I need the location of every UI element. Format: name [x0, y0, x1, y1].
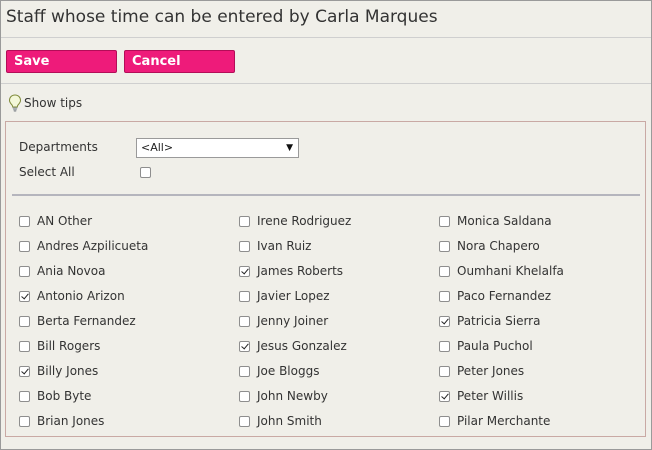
staff-name: Monica Saldana — [457, 214, 552, 228]
departments-selected-value: <All> — [141, 141, 174, 154]
show-tips-label: Show tips — [24, 96, 83, 110]
staff-checkbox[interactable] — [239, 241, 250, 252]
staff-editor-window: Staff whose time can be entered by Carla… — [0, 0, 652, 450]
staff-name: Joe Bloggs — [257, 364, 320, 378]
staff-checkbox[interactable] — [239, 391, 250, 402]
staff-name: Paco Fernandez — [457, 289, 552, 303]
staff-checkbox[interactable] — [19, 266, 30, 277]
staff-checkbox[interactable] — [239, 416, 250, 427]
staff-name: Bob Byte — [37, 389, 92, 403]
staff-checkbox[interactable] — [19, 216, 30, 227]
staff-name: Oumhani Khelalfa — [457, 264, 564, 278]
toolbar-divider — [1, 83, 651, 84]
staff-checkbox[interactable] — [439, 266, 450, 277]
staff-name: Ania Novoa — [37, 264, 106, 278]
staff-checkbox[interactable] — [239, 366, 250, 377]
select-all-label: Select All — [19, 165, 75, 179]
staff-checkbox[interactable] — [19, 391, 30, 402]
staff-name: Ivan Ruiz — [257, 239, 312, 253]
staff-checkbox[interactable] — [439, 241, 450, 252]
title-bar: Staff whose time can be entered by Carla… — [1, 1, 651, 38]
staff-checkbox[interactable] — [239, 216, 250, 227]
staff-name: John Newby — [257, 389, 328, 403]
staff-checkbox[interactable] — [239, 291, 250, 302]
staff-checkbox[interactable] — [439, 291, 450, 302]
staff-checkbox[interactable] — [239, 316, 250, 327]
staff-checkbox[interactable] — [439, 216, 450, 227]
save-button[interactable]: Save — [6, 50, 117, 73]
departments-label: Departments — [19, 140, 98, 154]
staff-name: Patricia Sierra — [457, 314, 541, 328]
staff-name: Paula Puchol — [457, 339, 533, 353]
staff-name: Nora Chapero — [457, 239, 540, 253]
cancel-button[interactable]: Cancel — [124, 50, 235, 73]
staff-checkbox[interactable] — [439, 391, 450, 402]
staff-name: John Smith — [257, 414, 322, 428]
staff-name: Andres Azpilicueta — [37, 239, 149, 253]
panel-divider — [12, 194, 640, 196]
staff-name: Pilar Merchante — [457, 414, 551, 428]
select-all-checkbox[interactable] — [140, 167, 151, 178]
staff-name: Bill Rogers — [37, 339, 101, 353]
staff-checkbox[interactable] — [19, 366, 30, 377]
staff-checkbox[interactable] — [19, 316, 30, 327]
staff-checkbox[interactable] — [439, 316, 450, 327]
staff-checkbox[interactable] — [239, 341, 250, 352]
staff-name: James Roberts — [257, 264, 344, 278]
staff-name: Peter Willis — [457, 389, 524, 403]
staff-checkbox[interactable] — [439, 366, 450, 377]
staff-checkbox[interactable] — [439, 416, 450, 427]
staff-name: Peter Jones — [457, 364, 525, 378]
staff-name: Javier Lopez — [257, 289, 330, 303]
staff-checkbox[interactable] — [19, 341, 30, 352]
staff-name: AN Other — [37, 214, 93, 228]
staff-name: Brian Jones — [37, 414, 105, 428]
lightbulb-icon — [8, 94, 22, 112]
staff-checkbox[interactable] — [19, 241, 30, 252]
staff-name: Jesus Gonzalez — [257, 339, 347, 353]
staff-name: Billy Jones — [37, 364, 99, 378]
staff-selection-panel: Departments <All> ▼ Select All AN Other A… — [5, 121, 646, 437]
page-title: Staff whose time can be entered by Carla… — [6, 7, 438, 27]
staff-checkbox[interactable] — [19, 291, 30, 302]
staff-checkbox[interactable] — [439, 341, 450, 352]
staff-checkbox[interactable] — [239, 266, 250, 277]
show-tips-link[interactable]: Show tips — [8, 93, 82, 113]
staff-name: Antonio Arizon — [37, 289, 125, 303]
dropdown-arrow-icon: ▼ — [286, 143, 293, 153]
staff-name: Berta Fernandez — [37, 314, 136, 328]
staff-checkbox[interactable] — [19, 416, 30, 427]
staff-name: Jenny Joiner — [257, 314, 329, 328]
departments-select[interactable]: <All> ▼ — [136, 138, 299, 158]
staff-name: Irene Rodriguez — [257, 214, 352, 228]
